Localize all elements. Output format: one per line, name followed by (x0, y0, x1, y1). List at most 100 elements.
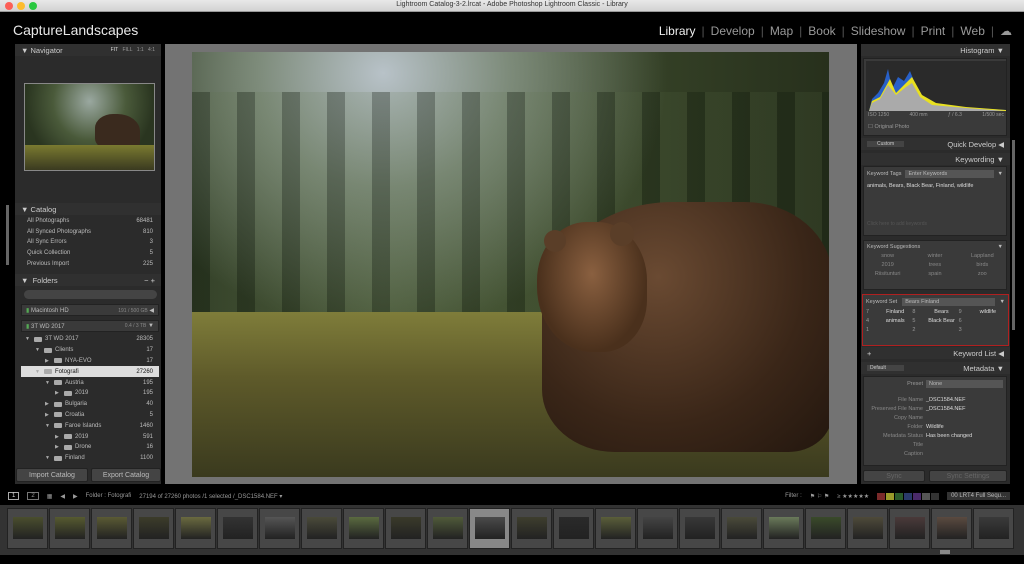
disclosure-open-icon[interactable]: ▼ (35, 347, 41, 353)
disclosure-closed-icon[interactable]: ▶ (55, 390, 61, 396)
folder-item[interactable]: ▶ 2019 195 (21, 388, 159, 399)
folder-item[interactable]: ▶ Bulgaria 40 (21, 399, 159, 410)
keyword-set-item[interactable]: 6 (959, 318, 1005, 324)
color-label-swatch[interactable] (904, 492, 913, 500)
module-library[interactable]: Library (659, 24, 696, 38)
zoom-1-1[interactable]: 1:1 (137, 47, 144, 53)
disclosure-closed-icon[interactable]: ▶ (45, 358, 51, 364)
filmstrip-thumbnail[interactable] (973, 508, 1014, 549)
disclosure-closed-icon[interactable]: ▶ (45, 412, 51, 418)
zoom-fit[interactable]: FIT (111, 47, 118, 53)
keyword-suggestion[interactable]: birds (959, 262, 1006, 268)
module-map[interactable]: Map (770, 24, 793, 38)
folder-item[interactable]: ▶ Drone 16 (21, 442, 159, 453)
metadata-field[interactable]: Metadata Status Has been changed (864, 431, 1006, 440)
filmstrip-thumbnail[interactable] (217, 508, 258, 549)
metadata-field[interactable]: Folder Wildlife (864, 422, 1006, 431)
filmstrip-thumbnail[interactable] (889, 508, 930, 549)
metadata-field[interactable]: Preserved File Name _DSC1584.NEF (864, 404, 1006, 413)
keyword-set-item[interactable]: 9 wildlife (959, 309, 1005, 315)
volume-3t-wd-2017[interactable]: ▮ 3T WD 2017 0.4 / 3 TB ▼ (21, 320, 159, 332)
color-label-swatch[interactable] (922, 492, 931, 500)
keyword-suggestion[interactable]: Lappland (959, 253, 1006, 259)
secondary-window-button[interactable]: 2 (27, 492, 39, 500)
metadata-field[interactable]: Copy Name (864, 413, 1006, 422)
filmstrip-thumbnail[interactable] (595, 508, 636, 549)
module-develop[interactable]: Develop (711, 24, 755, 38)
color-label-swatch[interactable] (913, 492, 922, 500)
keyword-suggestion[interactable]: Riisitunturi (864, 271, 911, 277)
add-keyword-button[interactable]: + (867, 349, 871, 358)
color-label-swatch[interactable] (931, 492, 940, 500)
filmstrip-thumbnail[interactable] (301, 508, 342, 549)
keyword-set-item[interactable]: 4 animals (866, 318, 912, 324)
quick-develop-header[interactable]: Custom Quick Develop ◀ (861, 138, 1010, 150)
folder-item[interactable]: ▶ Croatia 5 (21, 410, 159, 421)
keyword-suggestion[interactable]: zoo (959, 271, 1006, 277)
catalog-header[interactable]: ▼ Catalog (15, 203, 161, 215)
filmstrip-thumbnail[interactable] (133, 508, 174, 549)
color-label-swatch[interactable] (886, 492, 895, 500)
keyword-list-header[interactable]: + Keyword List ◀ (861, 347, 1010, 359)
disclosure-open-icon[interactable]: ▼ (25, 336, 31, 342)
filmstrip-thumbnail[interactable] (385, 508, 426, 549)
color-label-swatch[interactable] (877, 492, 886, 500)
add-keywords-input[interactable]: Click here to add keywords (864, 221, 1006, 227)
filmstrip-thumbnail[interactable] (931, 508, 972, 549)
navigator-preview[interactable] (24, 83, 155, 171)
metadata-view-select[interactable]: Default (867, 365, 904, 371)
keyword-suggestion[interactable]: winter (911, 253, 958, 259)
keyword-suggestion[interactable]: spain (911, 271, 958, 277)
filmstrip-thumbnail[interactable] (511, 508, 552, 549)
filmstrip-thumbnail[interactable] (175, 508, 216, 549)
keyword-suggestion[interactable]: 2019 (864, 262, 911, 268)
filmstrip-status[interactable]: 27194 of 27260 photos /1 selected /_DSC1… (139, 493, 282, 500)
filmstrip-thumbnail[interactable] (343, 508, 384, 549)
keyword-suggestion[interactable]: trees (911, 262, 958, 268)
disclosure-open-icon[interactable]: ▼ (45, 455, 51, 461)
metadata-field[interactable]: File Name _DSC1584.NEF (864, 395, 1006, 404)
filmstrip-thumbnail[interactable] (91, 508, 132, 549)
zoom-fill[interactable]: FILL (122, 47, 132, 53)
keyword-set-item[interactable]: 7 Finland (866, 309, 912, 315)
keyword-tags-mode-select[interactable]: Enter Keywords (905, 170, 994, 178)
grid-view-icon[interactable]: ▦ (47, 493, 53, 500)
folder-item[interactable]: ▶ NYA-EVO 17 (21, 356, 159, 367)
disclosure-closed-icon[interactable]: ▶ (55, 434, 61, 440)
filmstrip-scrollbar[interactable] (940, 550, 950, 554)
metadata-preset-select[interactable]: None (926, 380, 1003, 388)
disclosure-open-icon[interactable]: ▼ (35, 369, 41, 375)
main-window-button[interactable]: 1 (8, 492, 20, 500)
catalog-item-all-photographs[interactable]: All Photographs 68481 (27, 216, 159, 227)
original-photo-checkbox[interactable]: ☐ Original Photo (868, 124, 909, 130)
disclosure-closed-icon[interactable]: ▶ (55, 444, 61, 450)
folder-item[interactable]: ▼ Faroe Islands 1460 (21, 420, 159, 431)
module-web[interactable]: Web (960, 24, 984, 38)
metadata-field[interactable]: Title (864, 440, 1006, 449)
navigator-header[interactable]: ▼ Navigator FIT FILL 1:1 4:1 (15, 44, 161, 56)
keywording-header[interactable]: Keywording ▼ (861, 153, 1010, 165)
folder-item[interactable]: ▼ Finland 1100 (21, 453, 159, 464)
module-print[interactable]: Print (921, 24, 946, 38)
keyword-set-item[interactable]: 2 (912, 327, 958, 333)
remove-folder-button[interactable]: − (144, 276, 148, 285)
module-book[interactable]: Book (808, 24, 835, 38)
filmstrip-thumbnail[interactable] (679, 508, 720, 549)
folder-item[interactable]: ▼ Clients 17 (21, 345, 159, 356)
add-folder-button[interactable]: + (151, 276, 155, 285)
cloud-icon[interactable]: ☁ (1000, 24, 1012, 38)
filmstrip-thumbnail[interactable] (721, 508, 762, 549)
main-photo[interactable] (192, 52, 829, 477)
keywords-textarea[interactable]: animals, Bears, Black Bear, Finland, wil… (864, 181, 1006, 221)
keyword-set-select[interactable]: Bears Finland (902, 298, 995, 306)
disclosure-closed-icon[interactable]: ▶ (45, 401, 51, 407)
catalog-item-sync-errors[interactable]: All Sync Errors 3 (27, 237, 159, 248)
import-catalog-button[interactable]: Import Catalog (16, 468, 88, 482)
disclosure-open-icon[interactable]: ▼ (45, 380, 51, 386)
filmstrip-thumbnail[interactable] (7, 508, 48, 549)
filmstrip-source[interactable]: Folder : Fotografi (86, 493, 132, 499)
filmstrip-thumbnail[interactable] (427, 508, 468, 549)
disclosure-open-icon[interactable]: ▼ (45, 423, 51, 429)
keyword-set-item[interactable]: 5 Black Bear (912, 318, 958, 324)
back-arrow-icon[interactable]: ◀ (60, 493, 65, 500)
